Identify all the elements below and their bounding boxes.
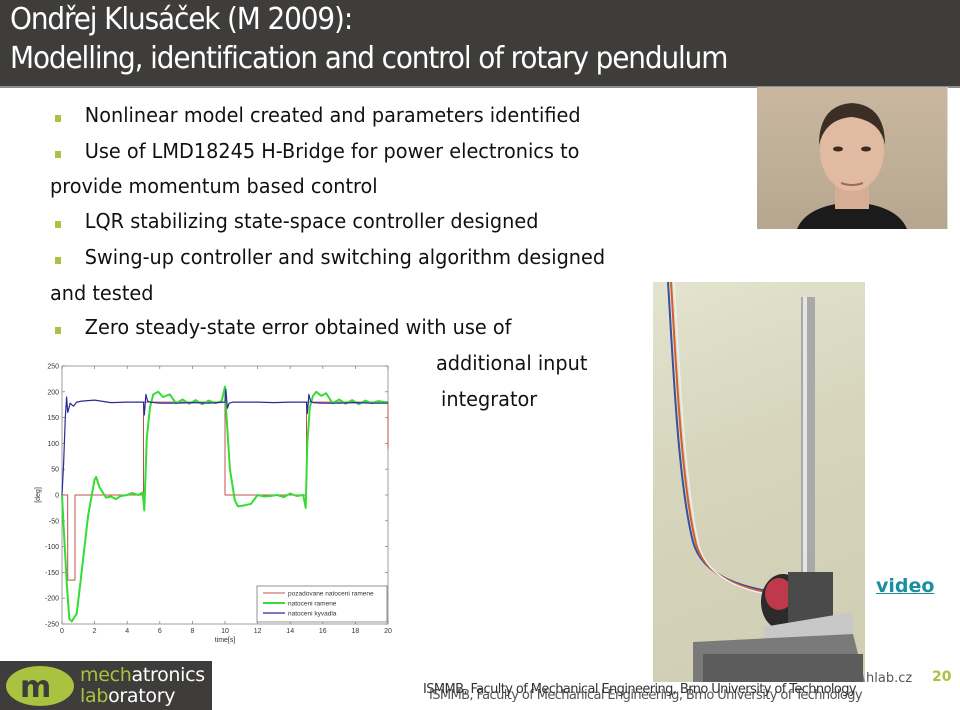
bullet-square-icon	[55, 115, 61, 122]
bullet-square-icon	[55, 151, 61, 158]
slide-title-bar: Ondřej Klusáček (M 2009): Modelling, ide…	[0, 0, 960, 88]
bullet-continuation: integrator	[441, 387, 538, 411]
logo-accent: lab	[80, 685, 109, 707]
slide-title-line-2: Modelling, identification and control of…	[10, 41, 728, 76]
page-number: 20	[932, 669, 952, 685]
y-tick-label: 100	[47, 441, 59, 448]
legend-label: pozadovane natoceni ramene	[288, 591, 374, 598]
footer-url[interactable]: hlab.cz	[866, 671, 912, 686]
logo-accent: mech	[80, 664, 132, 686]
logo-rest: atronics	[131, 664, 206, 686]
footer-institution: ISMMB, Faculty of Mechanical Engineering…	[423, 682, 857, 697]
logo-line-1: mechatronics	[80, 664, 205, 686]
bullet-square-icon	[55, 257, 61, 264]
x-tick-label: 16	[319, 628, 327, 635]
bullet-text: Nonlinear model created and parameters i…	[84, 103, 581, 127]
logo-rest: oratory	[108, 685, 176, 707]
bullet-continuation: additional input	[436, 351, 588, 375]
x-tick-label: 10	[221, 628, 229, 635]
y-axis-label: [deg]	[35, 487, 42, 503]
x-tick-label: 20	[384, 628, 392, 635]
y-tick-label: 150	[47, 415, 59, 422]
portrait-photo	[757, 87, 948, 229]
bullet-square-icon	[55, 221, 61, 228]
y-tick-label: -150	[45, 570, 59, 577]
x-tick-label: 12	[254, 628, 262, 635]
y-tick-label: -50	[49, 518, 59, 525]
x-tick-label: 4	[125, 628, 129, 635]
y-tick-label: -100	[45, 544, 59, 551]
response-chart: 250200150100500-50-100-150-200-2500 2 4 6 8 1…	[35, 364, 392, 645]
y-tick-label: 250	[47, 364, 59, 371]
bullet-text: Use of LMD18245 H-Bridge for power elect…	[84, 139, 580, 163]
pendulum-photo	[653, 282, 865, 682]
x-tick-label: 14	[286, 628, 294, 635]
bullet-text: LQR stabilizing state-space controller d…	[84, 209, 539, 233]
y-tick-label: 50	[51, 467, 59, 474]
mechatronics-lab-logo: m mechatronics laboratory	[0, 661, 212, 710]
chart-legend: pozadovane natoceni ramene natoceni ramen…	[256, 585, 388, 623]
x-tick-label: 2	[93, 628, 97, 635]
x-tick-label: 0	[60, 628, 64, 635]
logo-line-2: laboratory	[80, 685, 176, 707]
x-tick-label: 18	[352, 628, 360, 635]
x-tick-label: 6	[158, 628, 162, 635]
y-tick-label: -200	[45, 596, 59, 603]
y-tick-label: -250	[45, 622, 59, 629]
bullet-square-icon	[55, 327, 61, 334]
bullet-continuation: and tested	[50, 281, 154, 305]
legend-label: natoceni kyvadla	[288, 611, 337, 618]
slide-title-line-1: Ondřej Klusáček (M 2009):	[10, 2, 353, 37]
video-link[interactable]: video	[876, 575, 934, 597]
y-tick-label: 200	[47, 389, 59, 396]
bullet-text: Swing-up controller and switching algori…	[84, 245, 606, 269]
x-axis-label: time[s]	[215, 637, 236, 644]
y-tick-label: 0	[55, 493, 59, 500]
x-tick-label: 8	[190, 628, 194, 635]
legend-label: natoceni ramene	[288, 601, 337, 608]
bullet-continuation: provide momentum based control	[50, 174, 378, 198]
bullet-text: Zero steady-state error obtained with us…	[84, 315, 512, 339]
svg-text:m: m	[20, 670, 51, 705]
